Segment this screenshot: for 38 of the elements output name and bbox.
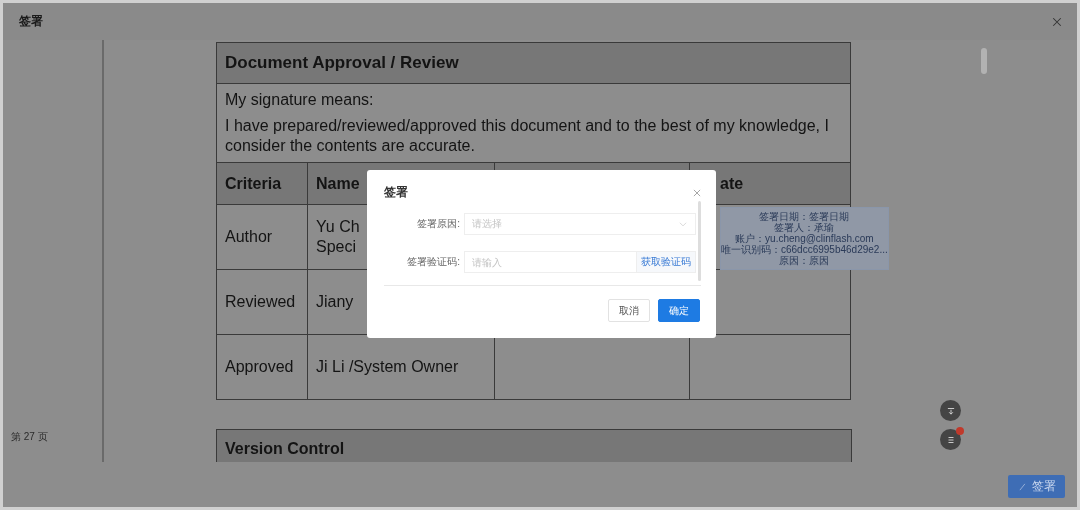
get-code-button[interactable]: 获取验证码 [637, 251, 696, 273]
scrollbar[interactable] [698, 201, 701, 281]
scrollbar[interactable] [981, 48, 987, 74]
table-cell: Ji Li /System Owner [316, 358, 459, 375]
statement-text: My signature means: [225, 90, 375, 110]
pen-icon [1017, 481, 1028, 492]
table-cell: Yu Ch Speci [316, 218, 360, 255]
page-number: 第 27 页 [11, 430, 48, 444]
dialog-title: 签署 [384, 184, 408, 201]
statement-text: I have prepared/reviewed/approved this document and to the best of my knowledge, I consider the contents are accurate. [225, 116, 830, 156]
column-header: Criteria [225, 174, 282, 192]
window-title: 签署 [19, 13, 43, 30]
table-cell: Author [225, 228, 273, 245]
section-heading: Version Control [216, 429, 852, 462]
table-cell: Jiany [316, 293, 354, 310]
stamp-text: 签署日期：签署日期 [759, 211, 850, 222]
close-icon [1051, 15, 1063, 28]
column-header: ate [720, 174, 744, 192]
down-arrow-icon [945, 405, 956, 416]
field-label: 签署验证码: [406, 255, 460, 269]
field-label: 签署原因: [416, 217, 460, 231]
cancel-button[interactable]: 取消 [608, 299, 650, 322]
section-heading: Document Approval / Review [216, 42, 851, 84]
stamp-text: 原因：原因 [779, 255, 830, 266]
table-cell: Approved [225, 358, 294, 375]
close-button[interactable] [1051, 15, 1063, 28]
stamp-text: 账户：yu.cheng@clinflash.com [735, 233, 874, 244]
stamp-text: 签署人：承瑜 [774, 222, 835, 233]
close-icon [692, 187, 702, 198]
close-button[interactable] [692, 187, 702, 198]
column-header: Name [316, 174, 360, 192]
sign-button[interactable]: 签署 [1008, 475, 1065, 498]
table-cell: Reviewed [225, 293, 296, 310]
chevron-down-icon [678, 219, 688, 229]
stamp-text: 唯一识别码：c66dcc6995b46d29e2... [721, 244, 888, 255]
list-button[interactable] [940, 429, 961, 450]
scroll-down-button[interactable] [940, 400, 961, 421]
confirm-button[interactable]: 确定 [658, 299, 700, 322]
